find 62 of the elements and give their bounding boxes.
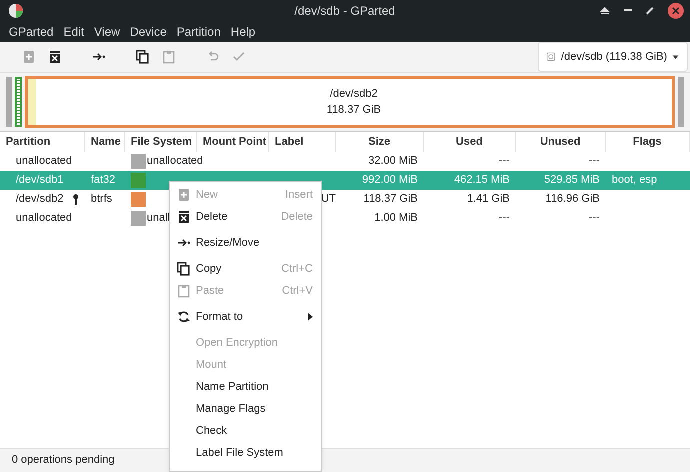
- menu-item[interactable]: Check: [170, 420, 321, 442]
- menu-item[interactable]: Partition: [172, 23, 226, 41]
- menu-item[interactable]: Delete Delete: [170, 206, 321, 228]
- table-cell[interactable]: /dev/sdb2: [16, 191, 64, 208]
- table-cell[interactable]: unallocated: [16, 210, 72, 227]
- app-icon: [8, 3, 24, 19]
- table-cell-text: ---: [589, 154, 600, 170]
- used-space-bar: [28, 79, 36, 125]
- table-cell-text: 116.96 GiB: [546, 192, 600, 208]
- table-cell-text: ---: [499, 211, 510, 226]
- partition-segment[interactable]: [15, 77, 22, 127]
- delete-icon: [177, 210, 191, 224]
- new-icon: [177, 188, 191, 202]
- copy-icon[interactable]: [136, 50, 150, 64]
- table-cell-text: UT: [321, 192, 336, 208]
- column-header[interactable]: Unused: [516, 132, 606, 152]
- refresh-icon: [177, 310, 191, 324]
- table-cell-text: ---: [589, 211, 600, 226]
- table-cell-text: 462.15 MiB: [454, 173, 510, 188]
- menu-item[interactable]: Help: [226, 23, 261, 41]
- column-header[interactable]: Flags: [606, 132, 690, 152]
- table-cell-text: ---: [499, 154, 510, 170]
- device-dropdown[interactable]: /dev/sdb (119.38 GiB): [538, 42, 688, 72]
- menu-item[interactable]: GParted: [4, 23, 59, 41]
- table-cell-text: 529.85 MiB: [544, 173, 600, 188]
- partition-segment[interactable]: /dev/sdb2 118.37 GiB: [25, 76, 675, 128]
- partition-name: /dev/sdb2: [330, 86, 378, 102]
- table-cell-text: 1.00 MiB: [374, 211, 418, 226]
- partition-size: 118.37 GiB: [326, 103, 382, 118]
- table-cell-text: btrfs: [91, 192, 112, 208]
- menu-item[interactable]: Format to: [170, 306, 321, 328]
- minimize-icon[interactable]: [624, 9, 632, 13]
- menu-item[interactable]: View: [89, 23, 126, 41]
- copy-icon: [177, 262, 191, 276]
- table-cell-text: fat32: [91, 173, 116, 188]
- table-cell-text: 118.37 GiB: [364, 192, 418, 208]
- caret-icon: [673, 54, 679, 60]
- column-header[interactable]: Used: [424, 132, 516, 152]
- status-text: 0 operations pending: [12, 453, 115, 468]
- menu-item[interactable]: Edit: [58, 23, 90, 41]
- clipboard-icon: [177, 284, 191, 298]
- column-header[interactable]: Mount Point: [197, 132, 269, 152]
- table-cell-text: unallocated: [147, 154, 204, 170]
- menu-item[interactable]: Resize/Move: [170, 232, 321, 254]
- column-header[interactable]: Partition: [0, 132, 85, 152]
- column-header[interactable]: Label: [269, 132, 336, 152]
- column-header[interactable]: Name: [85, 132, 125, 152]
- menu-item[interactable]: Manage Flags: [170, 398, 321, 420]
- table-cell-text: boot, esp: [612, 173, 658, 188]
- table-cell[interactable]: unallocated: [16, 153, 72, 170]
- table-cell-text: 992.00 MiB: [362, 173, 418, 188]
- table-cell-text: 32.00 MiB: [368, 154, 418, 170]
- menu-item[interactable]: Label File System: [170, 442, 321, 464]
- window-title: /dev/sdb - GParted: [294, 3, 396, 20]
- column-header[interactable]: Size: [336, 132, 424, 152]
- menu-item[interactable]: Copy Ctrl+C: [170, 258, 321, 280]
- table-cell-text: 1.41 GiB: [467, 192, 510, 208]
- close-icon[interactable]: [668, 3, 684, 19]
- column-header[interactable]: File System: [125, 132, 197, 152]
- menu-item[interactable]: Name Partition: [170, 376, 321, 398]
- menu-item[interactable]: Device: [125, 23, 172, 41]
- delete-icon[interactable]: [48, 50, 62, 64]
